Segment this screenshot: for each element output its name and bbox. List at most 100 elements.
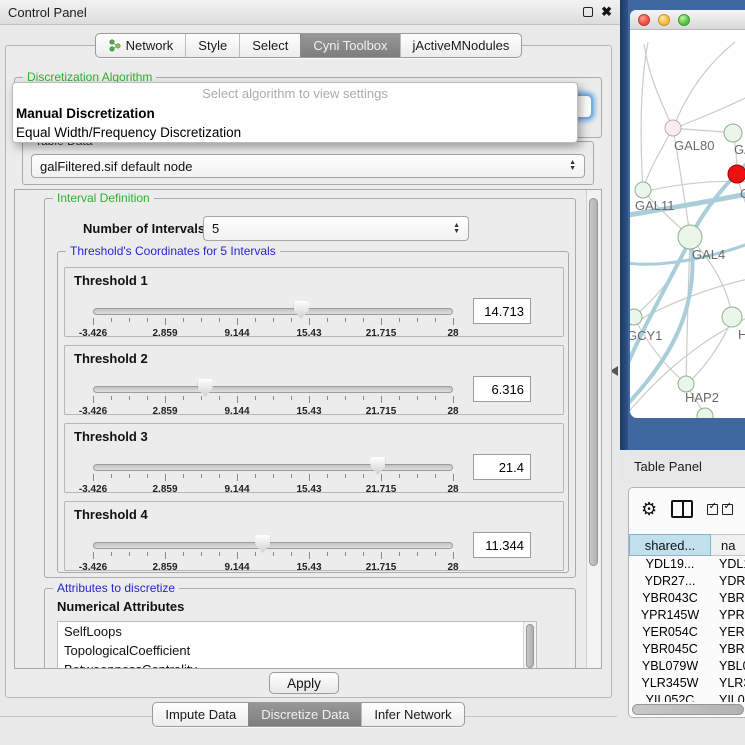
- network-edge[interactable]: [644, 44, 673, 128]
- table-header-row: shared... na: [629, 534, 745, 556]
- column-header-shared-name[interactable]: shared...: [629, 534, 711, 556]
- attribute-list-item[interactable]: BetweennessCentrality: [58, 660, 536, 669]
- threshold-4-value-field[interactable]: [473, 532, 531, 558]
- interval-definition-title: Interval Definition: [53, 191, 154, 205]
- network-canvas[interactable]: GAL80GAL11GAL4GCY1HHAP2GAC: [630, 30, 745, 418]
- scrollbar-thumb[interactable]: [589, 198, 598, 566]
- table-row[interactable]: YPR145WYPR1: [629, 607, 745, 624]
- minimize-traffic-light-icon[interactable]: [658, 14, 670, 26]
- tab-select[interactable]: Select: [239, 34, 300, 57]
- table-panel-title: Table Panel: [634, 459, 702, 474]
- tab-network[interactable]: Network: [96, 34, 186, 57]
- slider-thumb[interactable]: [255, 535, 270, 553]
- attributes-group-title: Attributes to discretize: [53, 581, 179, 595]
- settings-scrollpane: Interval Definition Number of Intervals …: [14, 189, 602, 669]
- list-scrollbar[interactable]: [523, 622, 536, 669]
- network-edge[interactable]: [643, 128, 673, 189]
- network-graph[interactable]: GAL80GAL11GAL4GCY1HHAP2GAC: [630, 30, 745, 418]
- table-row[interactable]: YIL052CYIL0: [629, 692, 745, 702]
- threshold-1-slider[interactable]: -3.4262.8599.14415.4321.71528: [93, 304, 453, 338]
- popup-option-equal-width-frequency[interactable]: Equal Width/Frequency Discretization: [13, 123, 577, 142]
- horizontal-scrollbar[interactable]: [632, 704, 744, 715]
- table-row[interactable]: YLR345WYLR3: [629, 675, 745, 692]
- scrollbar-thumb[interactable]: [632, 704, 744, 715]
- zoom-traffic-light-icon[interactable]: [678, 14, 690, 26]
- threshold-2-slider[interactable]: -3.4262.8599.14415.4321.71528: [93, 382, 453, 416]
- tab-cyni-toolbox[interactable]: Cyni Toolbox: [300, 34, 399, 57]
- threshold-2-label: Threshold 2: [74, 351, 148, 366]
- attribute-list-item[interactable]: TopologicalCoefficient: [58, 641, 536, 660]
- slider-track[interactable]: [93, 464, 453, 471]
- close-icon[interactable]: ✖: [601, 7, 612, 17]
- node-label: HAP2: [685, 390, 719, 405]
- slider-thumb[interactable]: [370, 457, 385, 475]
- checkbox-icon[interactable]: [722, 504, 733, 515]
- network-node[interactable]: [728, 165, 745, 183]
- combo-stepper-icon: ▲▼: [563, 160, 576, 172]
- node-label: GAL11: [635, 198, 675, 213]
- threshold-3-label: Threshold 3: [74, 429, 148, 444]
- slider-tick-labels: -3.4262.8599.14415.4321.71528: [93, 562, 453, 574]
- table-rows: YDL19...YDL1YDR27...YDR2YBR043CYBR0YPR14…: [629, 556, 745, 702]
- checkbox-icon[interactable]: [707, 504, 718, 515]
- app-root: Control Panel ✖ Network Style Select Cyn…: [0, 0, 745, 745]
- network-edge[interactable]: [641, 42, 648, 190]
- network-node[interactable]: [724, 124, 742, 142]
- threshold-1-box: Threshold 1 -3.4262.8599.14415.4321.7152…: [64, 267, 564, 337]
- threshold-2-value-field[interactable]: [473, 376, 531, 402]
- threshold-1-value-field[interactable]: [473, 298, 531, 324]
- attribute-list-item[interactable]: SelfLoops: [58, 622, 536, 641]
- gear-icon[interactable]: ⚙: [641, 500, 657, 518]
- threshold-1-label: Threshold 1: [74, 273, 148, 288]
- threshold-4-slider[interactable]: -3.4262.8599.14415.4321.71528: [93, 538, 453, 572]
- split-view-icon[interactable]: [671, 500, 693, 518]
- popup-option-manual-discretization[interactable]: Manual Discretization: [13, 104, 577, 123]
- node-label: GAL4: [692, 247, 725, 262]
- table-data-group: Table Data galFiltered.sif default node …: [22, 141, 594, 185]
- network-window-titlebar[interactable]: [630, 10, 745, 30]
- tab-jactivemnodules[interactable]: jActiveMNodules: [400, 34, 522, 57]
- table-row[interactable]: YDL19...YDL1: [629, 556, 745, 573]
- slider-tick-labels: -3.4262.8599.14415.4321.71528: [93, 406, 453, 418]
- apply-button[interactable]: Apply: [269, 672, 339, 694]
- number-of-intervals-value: 5: [212, 221, 219, 236]
- network-node-gal4[interactable]: [678, 225, 702, 249]
- close-traffic-light-icon[interactable]: [638, 14, 650, 26]
- threshold-3-slider[interactable]: -3.4262.8599.14415.4321.71528: [93, 460, 453, 494]
- tab-infer-network[interactable]: Infer Network: [361, 703, 463, 726]
- slider-ticks: [93, 552, 453, 560]
- network-node-gcy1[interactable]: [630, 309, 642, 325]
- thresholds-group: Threshold's Coordinates for 5 Intervals …: [57, 251, 569, 573]
- slider-tick-labels: -3.4262.8599.14415.4321.71528: [93, 328, 453, 340]
- float-window-icon[interactable]: [583, 7, 593, 17]
- numerical-attributes-list[interactable]: SelfLoopsTopologicalCoefficientBetweenne…: [57, 621, 537, 669]
- network-node-gal80[interactable]: [665, 120, 681, 136]
- slider-thumb[interactable]: [294, 301, 309, 319]
- table-row[interactable]: YER054CYER0: [629, 624, 745, 641]
- slider-track[interactable]: [93, 386, 453, 393]
- table-row[interactable]: YBR045CYBR0: [629, 641, 745, 658]
- table-row[interactable]: YBL079WYBL0: [629, 658, 745, 675]
- numerical-attributes-heading: Numerical Attributes: [57, 599, 184, 614]
- network-node-gal11[interactable]: [635, 182, 651, 198]
- slider-track[interactable]: [93, 542, 453, 549]
- slider-thumb[interactable]: [198, 379, 213, 397]
- table-row[interactable]: YDR27...YDR2: [629, 573, 745, 590]
- slider-track[interactable]: [93, 308, 453, 315]
- number-of-intervals-combo[interactable]: 5 ▲▼: [203, 216, 469, 241]
- threshold-3-value-field[interactable]: [473, 454, 531, 480]
- vertical-scrollbar[interactable]: [586, 190, 601, 668]
- network-edge[interactable]: [635, 239, 690, 316]
- threshold-3-box: Threshold 3 -3.4262.8599.14415.4321.7152…: [64, 423, 564, 493]
- tab-style[interactable]: Style: [185, 34, 239, 57]
- tab-impute-data[interactable]: Impute Data: [153, 703, 248, 726]
- network-node-h[interactable]: [722, 307, 742, 327]
- network-node[interactable]: [697, 408, 713, 418]
- tab-discretize-data[interactable]: Discretize Data: [248, 703, 361, 726]
- node-label: GAL80: [674, 138, 714, 153]
- table-data-combo[interactable]: galFiltered.sif default node ▲▼: [31, 154, 585, 178]
- column-header-name[interactable]: na: [711, 534, 745, 556]
- network-edge[interactable]: [673, 42, 735, 128]
- slider-ticks: [93, 318, 453, 326]
- table-row[interactable]: YBR043CYBR0: [629, 590, 745, 607]
